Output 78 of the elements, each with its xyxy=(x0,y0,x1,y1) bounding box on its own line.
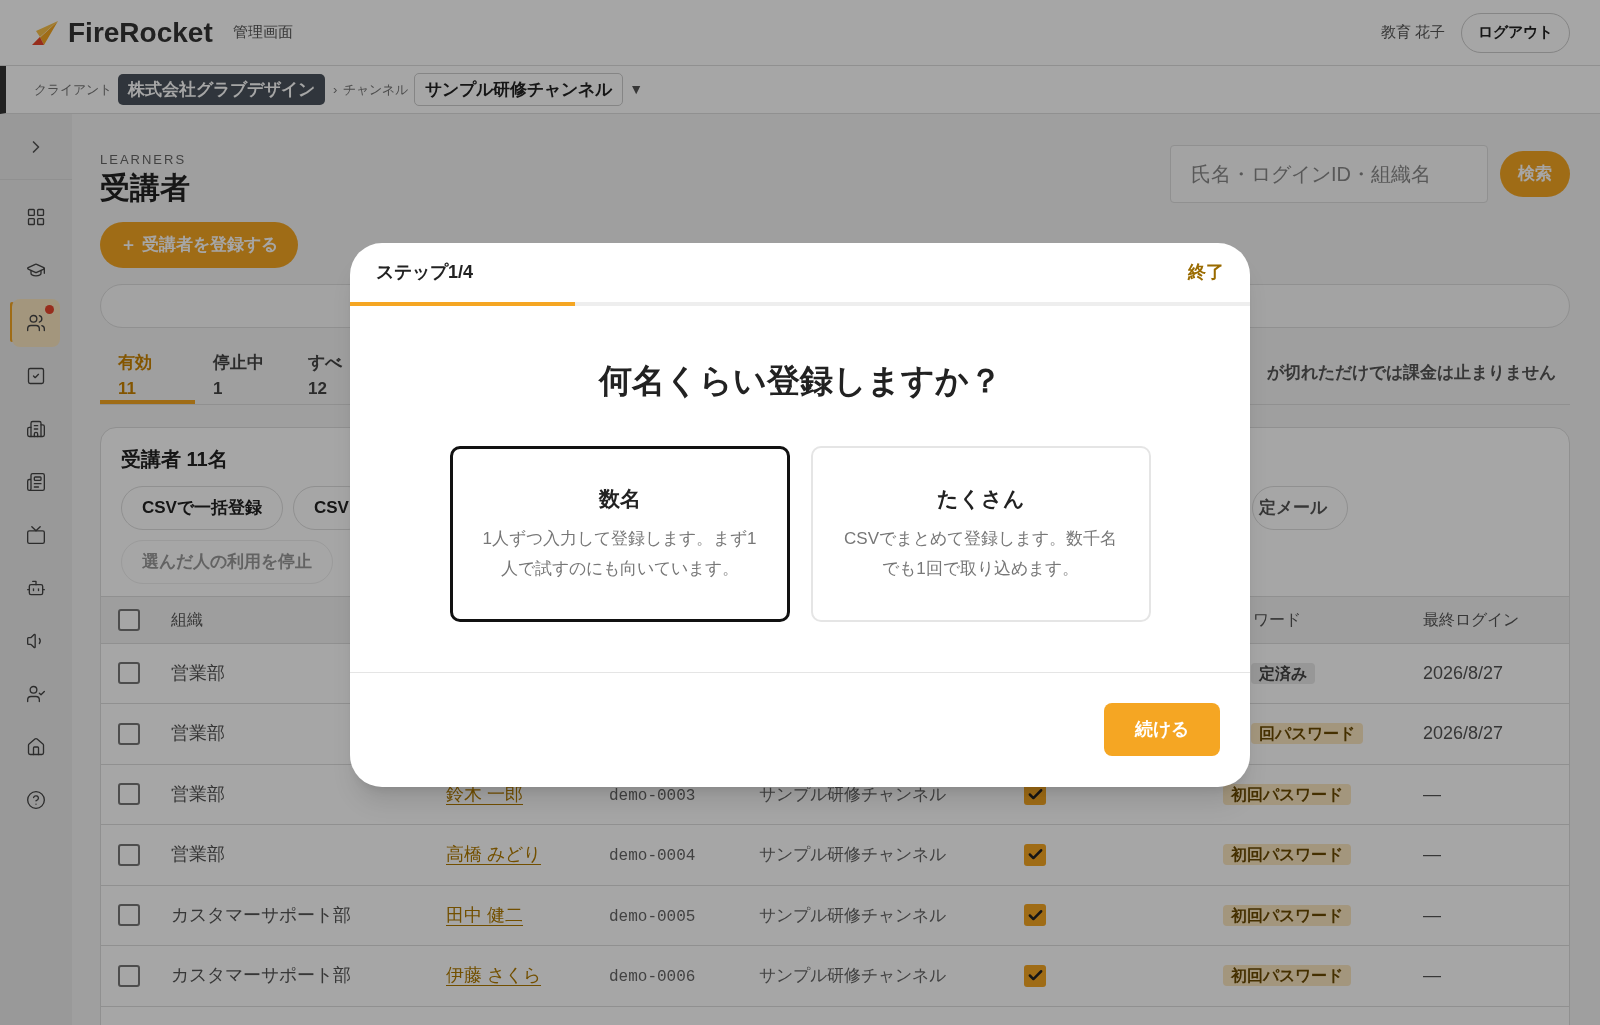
grid-icon xyxy=(26,206,46,227)
column-header: ワード xyxy=(1253,609,1302,630)
checkbox[interactable] xyxy=(117,608,140,631)
mail-button[interactable]: 定メール xyxy=(1251,485,1348,530)
checkbox[interactable] xyxy=(1024,904,1046,927)
table-cell-text: 営業部 xyxy=(170,843,226,867)
checkbox[interactable] xyxy=(117,662,140,685)
search-field[interactable]: 氏名・ログインID・組織名 xyxy=(1170,145,1488,203)
password-status-tag: 定済み xyxy=(1251,662,1315,684)
page-eyebrow: LEARNERS xyxy=(100,151,188,169)
table-cell-text: — xyxy=(1423,843,1441,867)
breadcrumb-separator: › xyxy=(333,80,338,99)
table-cell-text: 2026/8/27 xyxy=(1423,722,1504,746)
header-subtitle: 管理画面 xyxy=(232,22,293,43)
checkbox[interactable] xyxy=(117,904,140,927)
channel-select[interactable]: サンプル研修チャンネル xyxy=(414,72,624,107)
table-cell-text: 営業部 xyxy=(170,722,226,746)
table-cell-text: カスタマーサポート部 xyxy=(170,964,352,988)
password-status-tag: 初回パスワード xyxy=(1223,904,1351,926)
checkbox[interactable] xyxy=(1024,964,1046,987)
login-id: demo-0005 xyxy=(609,907,696,926)
channel-label: チャンネル xyxy=(343,80,409,99)
table-cell-text: カスタマーサポート部 xyxy=(170,903,352,927)
checkbox[interactable] xyxy=(117,964,140,987)
close-link[interactable]: 終了 xyxy=(1188,259,1224,286)
table-cell-text: 2026/8/27 xyxy=(1423,661,1504,685)
building-icon xyxy=(26,418,46,439)
option-card[interactable]: 数名 1人ずつ入力して登録します。まず1人で試すのにも向いています。 xyxy=(449,445,790,622)
checkbox[interactable] xyxy=(117,722,140,745)
checkbox[interactable] xyxy=(117,843,140,866)
option-card[interactable]: たくさん CSVでまとめて登録します。数千名でも1回で取り込めます。 xyxy=(810,445,1151,622)
table-cell-text: — xyxy=(1423,903,1441,927)
password-status-tag: 回パスワード xyxy=(1251,723,1363,745)
learner-name-link[interactable]: 高橋 みどり xyxy=(446,844,541,865)
table-cell-text: 営業部 xyxy=(170,782,226,806)
login-id: demo-0004 xyxy=(609,847,696,866)
login-id: demo-0003 xyxy=(609,786,696,805)
user-check-icon xyxy=(26,683,46,704)
checkbox[interactable] xyxy=(1024,843,1046,866)
password-status-tag: 初回パスワード xyxy=(1223,844,1351,866)
rocket-logo-icon xyxy=(30,18,60,47)
csv-button[interactable]: CSVで一括登録 xyxy=(121,485,283,530)
help-icon xyxy=(26,789,46,810)
login-id: demo-0006 xyxy=(609,968,696,987)
home-icon xyxy=(26,736,46,757)
client-label: クライアント xyxy=(34,80,112,99)
checkbox-icon xyxy=(26,365,46,386)
password-status-tag: 初回パスワード xyxy=(1223,783,1351,805)
dialog-question: 何名くらい登録しますか？ xyxy=(597,361,1003,401)
password-status-tag: 初回パスワード xyxy=(1223,965,1351,987)
checkbox[interactable] xyxy=(117,783,140,806)
tv-icon xyxy=(26,524,46,545)
column-header: 組織 xyxy=(170,609,204,630)
table-cell: サンプル研修チャンネル xyxy=(759,845,946,865)
table-cell: サンプル研修チャンネル xyxy=(759,966,946,986)
page-title: 受講者 xyxy=(100,169,191,206)
tab[interactable]: すべ 12 xyxy=(290,349,385,404)
step-indicator: ステップ1/4 xyxy=(376,261,474,284)
users-icon xyxy=(26,312,46,333)
learner-name-link[interactable]: 鈴木 一郎 xyxy=(446,783,523,804)
table-cell-text: — xyxy=(1423,782,1441,806)
table-cell: サンプル研修チャンネル xyxy=(759,905,946,925)
table-cell-text: — xyxy=(1423,964,1441,988)
user-name: 教育 花子 xyxy=(1380,22,1445,43)
learner-name-link[interactable]: 田中 健二 xyxy=(446,904,523,925)
tab[interactable]: 停止中 1 xyxy=(195,349,290,404)
learner-name-link[interactable]: 伊藤 さくら xyxy=(446,965,541,986)
table-cell-text: 営業部 xyxy=(170,661,226,685)
dropdown-arrow[interactable]: ▼ xyxy=(629,79,644,100)
column-header: 最終ログイン xyxy=(1423,609,1519,630)
client-tag[interactable]: 株式会社グラブデザイン xyxy=(118,73,325,106)
sidebar-item[interactable] xyxy=(12,298,60,347)
brand-name: FireRocket xyxy=(68,15,213,50)
logout-button[interactable]: ログアウト xyxy=(1461,12,1570,53)
document-icon xyxy=(26,471,46,492)
suspend-button[interactable]: 選んだ人の利用を停止 xyxy=(121,539,333,584)
card-title: 受講者 11名 xyxy=(121,446,229,472)
billing-note: が切れただけでは課金は止まりません xyxy=(1267,361,1556,384)
